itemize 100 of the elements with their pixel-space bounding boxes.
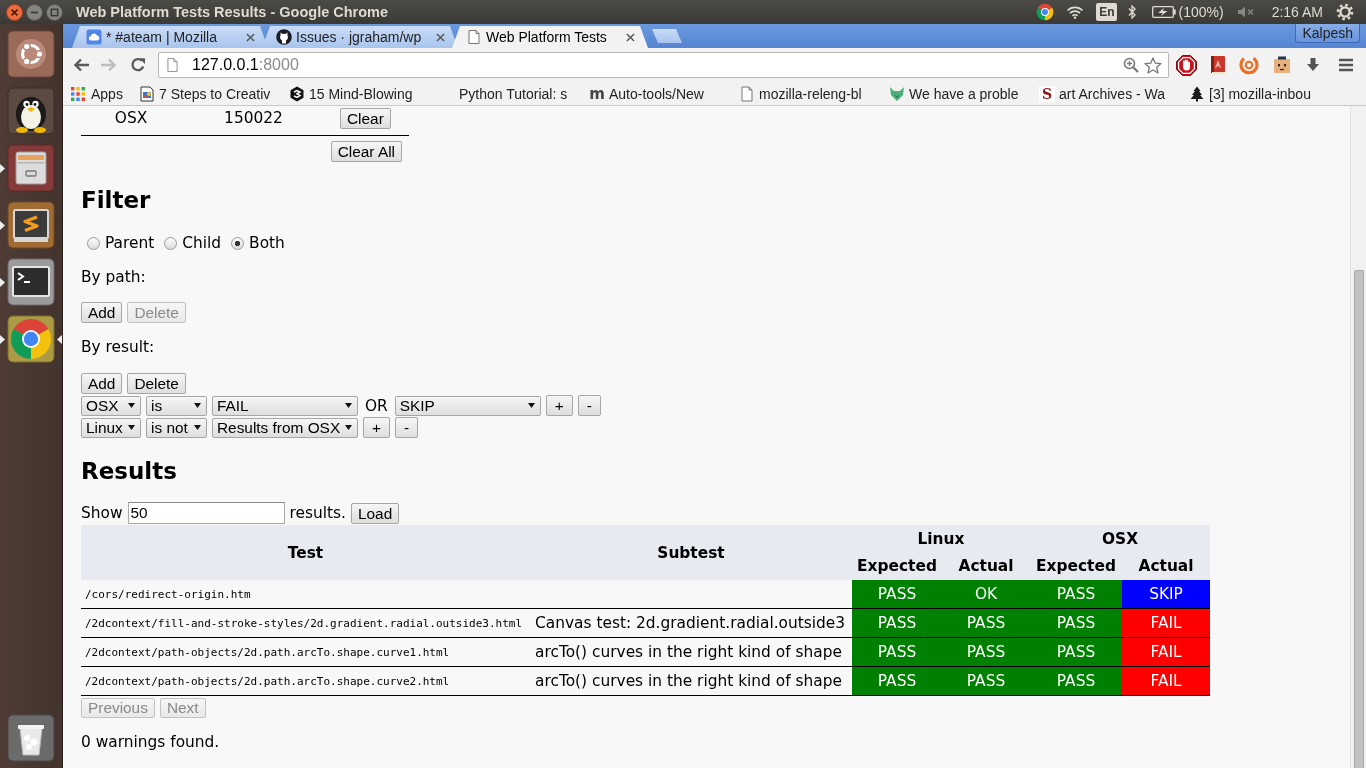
column-header: Actual <box>957 556 1015 577</box>
browser-tab[interactable]: Web Platform Tests <box>452 26 648 48</box>
filter-label: By path: <box>81 267 147 287</box>
clear-button[interactable]: Clear <box>340 108 391 129</box>
radio-label[interactable]: Parent <box>105 233 155 253</box>
column-group-header: Linux <box>916 528 966 550</box>
platform-name: OSX <box>114 108 148 128</box>
result-cell: PASS <box>1030 609 1122 637</box>
platform-select[interactable]: OSX <box>81 395 141 416</box>
result-select[interactable]: Results from OSX <box>212 417 358 438</box>
stop-hand-icon[interactable] <box>1176 54 1197 76</box>
zoom-icon[interactable] <box>1123 57 1139 73</box>
trash-icon[interactable] <box>7 714 55 762</box>
close-icon[interactable] <box>626 32 635 42</box>
show-label: results. <box>289 504 346 522</box>
code-editor-icon[interactable] <box>7 201 55 249</box>
settings-icon[interactable] <box>1336 3 1354 21</box>
result-count-field[interactable]: 50 <box>127 502 285 524</box>
scrollbar[interactable] <box>1350 106 1366 768</box>
filter-label: By result: <box>81 337 156 357</box>
reload-icon[interactable] <box>130 57 146 73</box>
add-button[interactable]: Add <box>81 302 123 323</box>
close-icon[interactable] <box>246 32 255 42</box>
fox-head-icon <box>889 85 905 102</box>
radio-button[interactable] <box>231 236 245 250</box>
joiner-label: OR <box>365 395 388 416</box>
bookmark[interactable]: 7 Steps to Creativ <box>139 85 289 102</box>
maximize-icon[interactable] <box>46 3 63 21</box>
row-button[interactable]: - <box>395 417 419 438</box>
scrollbar-thumb[interactable] <box>1353 270 1364 768</box>
terminal-icon[interactable] <box>7 258 55 306</box>
caret-icon <box>128 425 135 430</box>
radio-label[interactable]: Both <box>249 233 285 253</box>
result-cell: FAIL <box>1122 667 1210 695</box>
operator-select[interactable]: is not <box>146 417 207 438</box>
add-button[interactable]: Add <box>81 373 123 394</box>
result-cell: PASS <box>852 667 942 695</box>
result-cell: FAIL <box>1122 638 1210 666</box>
result-cell: PASS <box>942 609 1030 637</box>
caret-icon <box>128 403 135 408</box>
result-cell: PASS <box>942 667 1030 695</box>
page-icon <box>466 29 482 45</box>
keyboard-indicator[interactable]: En <box>1096 3 1118 21</box>
radio-button[interactable] <box>164 236 178 250</box>
result-cell: PASS <box>852 638 942 666</box>
test-path: /2dcontext/path-objects/2d.path.arcTo.shape.curve1.html <box>85 645 450 659</box>
penguin-icon[interactable] <box>7 87 55 135</box>
row-button[interactable]: + <box>545 395 573 416</box>
address-field[interactable]: 127.0.0.1:8000 <box>158 52 1169 78</box>
clear-all-button[interactable]: Clear All <box>330 141 402 162</box>
radio-button[interactable] <box>87 236 100 250</box>
favicon-letter: m <box>589 85 605 102</box>
wifi-icon[interactable] <box>1066 5 1085 19</box>
close-icon[interactable] <box>436 32 445 42</box>
bookmark[interactable]: Python Tutorial: s <box>439 85 589 102</box>
bookmark[interactable]: Apps <box>71 85 139 102</box>
result-select[interactable]: SKIP <box>394 395 541 416</box>
radio-label[interactable]: Child <box>182 233 222 253</box>
bookmark[interactable]: We have a proble <box>889 85 1039 102</box>
bookmark[interactable]: mozilla-releng-bl <box>739 85 889 102</box>
bluetooth-icon[interactable] <box>1128 4 1137 20</box>
circle-logo-icon[interactable] <box>7 30 55 78</box>
row-button[interactable]: + <box>363 417 390 438</box>
back-arrow-icon[interactable] <box>73 57 90 73</box>
ring-icon[interactable] <box>1239 55 1259 75</box>
row-button[interactable]: - <box>577 395 601 416</box>
box-face-icon[interactable] <box>1273 56 1291 74</box>
operator-select[interactable]: is <box>146 395 207 416</box>
minimize-icon[interactable] <box>26 3 43 21</box>
test-path: /2dcontext/path-objects/2d.path.arcTo.shape.curve2.html <box>85 674 450 688</box>
bookmark[interactable]: S art Archives - Wa <box>1039 85 1189 102</box>
load-button[interactable]: Load <box>351 502 400 524</box>
bookmark[interactable]: 15 Mind-Blowing <box>289 85 439 102</box>
hexagon-logo-icon <box>289 85 305 102</box>
clock[interactable]: 2:16 AM <box>1271 4 1323 20</box>
browser-icon[interactable] <box>7 315 55 363</box>
download-icon[interactable] <box>1305 57 1321 73</box>
column-header: Test <box>286 542 325 564</box>
close-icon[interactable] <box>6 3 23 21</box>
bookmark[interactable]: m Auto-tools/New <box>589 85 739 102</box>
window-title: Web Platform Tests Results - Google Chrome <box>76 4 389 20</box>
caret-icon <box>345 403 352 408</box>
book-icon[interactable] <box>1208 55 1228 75</box>
browser-icon[interactable] <box>1035 2 1056 22</box>
file-cabinet-icon[interactable] <box>7 144 55 192</box>
result-select[interactable]: FAIL <box>212 395 358 416</box>
cat-head-icon <box>276 29 292 45</box>
delete-button[interactable]: Delete <box>127 373 186 394</box>
result-cell: FAIL <box>1122 609 1210 637</box>
star-icon[interactable] <box>1144 56 1162 74</box>
bookmark[interactable]: [3] mozilla-inbou <box>1189 85 1339 102</box>
battery-icon[interactable] <box>1152 6 1177 18</box>
menu-icon[interactable] <box>1338 57 1354 73</box>
result-cell: PASS <box>852 580 942 608</box>
platform-select[interactable]: Linux <box>81 417 141 438</box>
profile-button[interactable]: Kalpesh <box>1295 24 1360 43</box>
muted-speaker-icon[interactable] <box>1236 5 1255 19</box>
caret-icon <box>527 403 535 408</box>
warnings-text: 0 warnings found. <box>81 732 221 752</box>
section-heading: Results <box>81 457 178 485</box>
